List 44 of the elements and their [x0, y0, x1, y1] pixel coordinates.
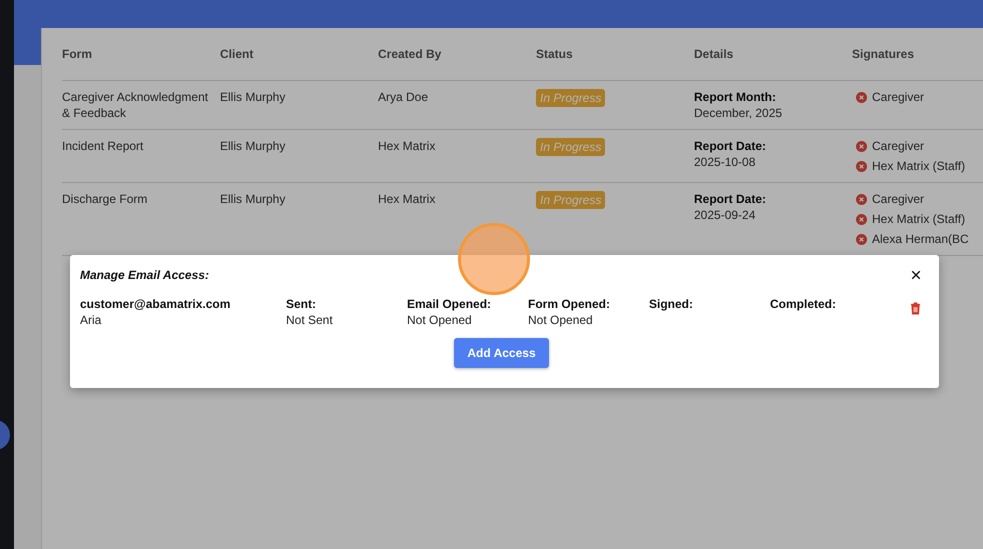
field-label: Completed:: [770, 296, 837, 312]
detail-value: 2025-09-24: [694, 207, 756, 223]
detail-label: Report Month:: [694, 89, 777, 105]
signer-name: Caregiver: [872, 89, 924, 105]
field-label: Signed:: [649, 296, 694, 312]
status-badge: In Progress: [536, 89, 606, 107]
table-cell-text: Caregiver Acknowledgment & Feedback: [62, 89, 210, 121]
email-address: customer@abamatrix.com: [80, 296, 232, 312]
add-access-button[interactable]: Add Access: [454, 338, 549, 368]
table-cell-text: Hex Matrix: [378, 191, 436, 208]
column-header: Created By: [378, 47, 442, 61]
signer-name: Hex Matrix (Staff): [872, 158, 966, 174]
signer-name: Alexa Herman(BC: [872, 231, 969, 247]
trash-icon[interactable]: [910, 302, 921, 315]
table-cell-text: Ellis Murphy: [220, 191, 286, 208]
table-cell-text: Incident Report: [62, 138, 144, 155]
signer-name: Hex Matrix (Staff): [872, 211, 966, 227]
detail-value: 2025-10-08: [694, 154, 756, 170]
status-badge: In Progress: [536, 191, 606, 209]
field-value: Not Sent: [286, 312, 334, 328]
recipient-name: Aria: [80, 312, 102, 328]
table-cell-text: Discharge Form: [62, 191, 148, 208]
status-badge: In Progress: [536, 138, 606, 156]
field-label: Email Opened:: [407, 296, 492, 312]
table-cell-text: Hex Matrix: [378, 138, 436, 155]
detail-label: Report Date:: [694, 191, 768, 207]
field-label: Sent:: [286, 296, 317, 312]
column-header: Status: [536, 47, 574, 61]
field-label: Form Opened:: [528, 296, 612, 312]
column-header: Form: [62, 47, 93, 61]
table-cell-text: Arya Doe: [378, 89, 430, 106]
detail-label: Report Date:: [694, 138, 768, 154]
detail-value: December, 2025: [694, 105, 784, 121]
signer-name: Caregiver: [872, 191, 924, 207]
field-value: Not Opened: [407, 312, 473, 328]
close-icon[interactable]: [911, 270, 921, 280]
signer-name: Caregiver: [872, 138, 924, 154]
field-value: Not Opened: [528, 312, 594, 328]
column-header: Client: [220, 47, 254, 61]
column-header: Signatures: [852, 47, 916, 61]
table-cell-text: Ellis Murphy: [220, 89, 286, 106]
column-header: Details: [694, 47, 734, 61]
modal-title: Manage Email Access:: [80, 268, 209, 282]
table-cell-text: Ellis Murphy: [220, 138, 286, 155]
